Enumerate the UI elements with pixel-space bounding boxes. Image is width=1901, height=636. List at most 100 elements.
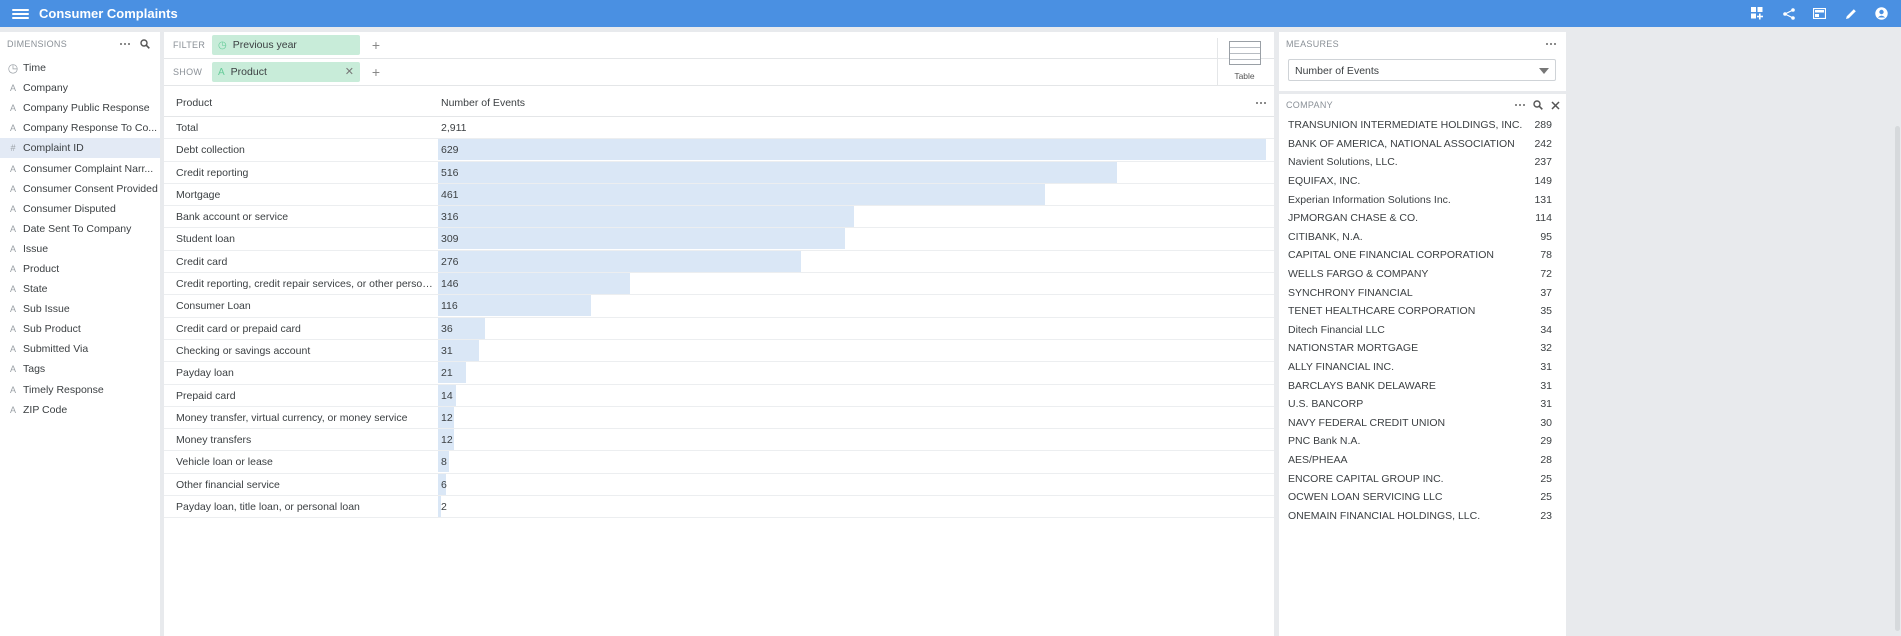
more-options-icon[interactable]: [120, 43, 130, 45]
filter-pill[interactable]: ◷ Previous year: [212, 35, 360, 55]
table-options-icon[interactable]: [1256, 102, 1266, 104]
company-list-item[interactable]: NATIONSTAR MORTGAGE 32: [1279, 339, 1566, 358]
show-pill[interactable]: A Product ✕: [212, 62, 360, 82]
company-count: 131: [1534, 193, 1552, 206]
company-list-item[interactable]: BARCLAYS BANK DELAWARE 31: [1279, 376, 1566, 395]
events-cell: 12: [441, 411, 453, 424]
company-count: 289: [1534, 119, 1552, 132]
dimension-item[interactable]: A Company Response To Co...: [0, 118, 160, 138]
table-row[interactable]: Mortgage 461: [164, 183, 1274, 207]
dimension-item[interactable]: A Sub Product: [0, 319, 160, 339]
text-type-icon: A: [9, 263, 16, 274]
table-row[interactable]: Payday loan 21: [164, 362, 1274, 385]
company-name: BARCLAYS BANK DELAWARE: [1288, 379, 1436, 392]
company-list-item[interactable]: CAPITAL ONE FINANCIAL CORPORATION 78: [1279, 246, 1566, 265]
dimension-item[interactable]: A Consumer Consent Provided: [0, 179, 160, 199]
events-cell: 146: [441, 278, 459, 291]
table-row[interactable]: Money transfers 12: [164, 429, 1274, 452]
company-list-item[interactable]: Experian Information Solutions Inc. 131: [1279, 190, 1566, 209]
visualization-picker[interactable]: Table: [1217, 38, 1271, 86]
more-options-icon[interactable]: [1546, 43, 1556, 45]
company-name: OCWEN LOAN SERVICING LLC: [1288, 491, 1443, 504]
column-header-events[interactable]: Number of Events: [441, 97, 525, 109]
dimension-item[interactable]: A Company: [0, 78, 160, 98]
company-list-item[interactable]: ENCORE CAPITAL GROUP INC. 25: [1279, 469, 1566, 488]
value-bar: [438, 250, 802, 272]
company-list-item[interactable]: TENET HEALTHCARE CORPORATION 35: [1279, 302, 1566, 321]
dimension-item[interactable]: A Consumer Disputed: [0, 199, 160, 219]
company-list-item[interactable]: U.S. BANCORP 31: [1279, 395, 1566, 414]
company-list-item[interactable]: WELLS FARGO & COMPANY 72: [1279, 265, 1566, 284]
dimension-item[interactable]: A Date Sent To Company: [0, 219, 160, 239]
dimension-item[interactable]: A Consumer Complaint Narr...: [0, 158, 160, 178]
product-cell: Credit card: [176, 255, 228, 268]
company-list-item[interactable]: SYNCHRONY FINANCIAL 37: [1279, 283, 1566, 302]
company-list-item[interactable]: EQUIFAX, INC. 149: [1279, 172, 1566, 191]
table-row[interactable]: Credit card or prepaid card 36: [164, 317, 1274, 340]
search-icon[interactable]: [1533, 100, 1543, 110]
company-list-item[interactable]: OCWEN LOAN SERVICING LLC 25: [1279, 488, 1566, 507]
company-count: 31: [1540, 361, 1552, 374]
dimension-item[interactable]: A Product: [0, 259, 160, 279]
dimension-item[interactable]: A Submitted Via: [0, 339, 160, 359]
company-list-item[interactable]: JPMORGAN CHASE & CO. 114: [1279, 209, 1566, 228]
table-row[interactable]: Bank account or service 316: [164, 206, 1274, 229]
table-row[interactable]: Consumer Loan 116: [164, 295, 1274, 318]
company-list-item[interactable]: BANK OF AMERICA, NATIONAL ASSOCIATION 242: [1279, 135, 1566, 154]
dimension-item[interactable]: A ZIP Code: [0, 400, 160, 420]
dimension-item[interactable]: A Tags: [0, 359, 160, 379]
right-panel: MEASURES Number of Events COMPANY TRANSU…: [1279, 32, 1566, 636]
dimension-item-label: Product: [23, 262, 60, 275]
company-list-item[interactable]: NAVY FEDERAL CREDIT UNION 30: [1279, 414, 1566, 433]
dimension-item[interactable]: A Sub Issue: [0, 299, 160, 319]
company-list-item[interactable]: AES/PHEAA 28: [1279, 451, 1566, 470]
dimensions-panel: DIMENSIONS ◷ Time A Company A Company Public …: [0, 32, 160, 636]
company-list: TRANSUNION INTERMEDIATE HOLDINGS, INC. 28…: [1279, 116, 1566, 525]
table-row[interactable]: Prepaid card 14: [164, 384, 1274, 407]
company-list-item[interactable]: TRANSUNION INTERMEDIATE HOLDINGS, INC. 28…: [1279, 116, 1566, 135]
events-cell: 316: [441, 211, 459, 224]
company-scrollbar[interactable]: [1895, 126, 1900, 631]
filter-pill-label: Previous year: [232, 39, 297, 51]
user-account-icon[interactable]: [1866, 0, 1897, 27]
dimension-item[interactable]: A Timely Response: [0, 380, 160, 400]
table-row[interactable]: Money transfer, virtual currency, or mon…: [164, 406, 1274, 430]
share-icon[interactable]: [1773, 0, 1804, 27]
table-row[interactable]: Student loan 309: [164, 228, 1274, 251]
table-row[interactable]: Credit reporting, credit repair services…: [164, 273, 1274, 296]
company-list-item[interactable]: PNC Bank N.A. 29: [1279, 432, 1566, 451]
company-list-item[interactable]: ALLY FINANCIAL INC. 31: [1279, 358, 1566, 377]
company-list-item[interactable]: Ditech Financial LLC 34: [1279, 321, 1566, 340]
dimension-item[interactable]: A Company Public Response: [0, 98, 160, 118]
more-options-icon[interactable]: [1515, 104, 1525, 106]
dimension-item[interactable]: # Complaint ID: [0, 138, 160, 159]
measure-select[interactable]: Number of Events: [1288, 59, 1556, 81]
table-row[interactable]: Checking or savings account 31: [164, 339, 1274, 363]
add-panel-icon[interactable]: [1742, 0, 1773, 27]
layout-icon[interactable]: [1804, 0, 1835, 27]
table-row[interactable]: Debt collection 629: [164, 139, 1274, 162]
company-list-item[interactable]: Navient Solutions, LLC. 237: [1279, 153, 1566, 172]
close-icon[interactable]: [1551, 100, 1560, 110]
dimension-item[interactable]: ◷ Time: [0, 58, 160, 78]
add-filter-button[interactable]: +: [370, 37, 382, 53]
dimensions-title: DIMENSIONS: [7, 39, 68, 49]
table-row[interactable]: Credit reporting 516: [164, 161, 1274, 184]
edit-pencil-icon[interactable]: [1835, 0, 1866, 27]
company-list-item[interactable]: ONEMAIN FINANCIAL HOLDINGS, LLC. 23: [1279, 506, 1566, 525]
search-icon[interactable]: [140, 39, 150, 49]
dimension-item-label: Consumer Disputed: [23, 202, 116, 215]
remove-pill-icon[interactable]: ✕: [345, 65, 354, 78]
dimension-item[interactable]: A State: [0, 279, 160, 299]
dimension-item[interactable]: A Issue: [0, 239, 160, 259]
company-name: TRANSUNION INTERMEDIATE HOLDINGS, INC.: [1288, 119, 1523, 132]
column-header-product[interactable]: Product: [176, 97, 212, 109]
product-cell: Money transfers: [176, 434, 252, 447]
table-row[interactable]: Credit card 276: [164, 250, 1274, 274]
hamburger-menu-icon[interactable]: [12, 8, 29, 19]
table-row[interactable]: Other financial service 6: [164, 473, 1274, 497]
add-dimension-button[interactable]: +: [370, 64, 382, 80]
table-row[interactable]: Vehicle loan or lease 8: [164, 451, 1274, 474]
table-row[interactable]: Payday loan, title loan, or personal loa…: [164, 496, 1274, 519]
company-list-item[interactable]: CITIBANK, N.A. 95: [1279, 228, 1566, 247]
